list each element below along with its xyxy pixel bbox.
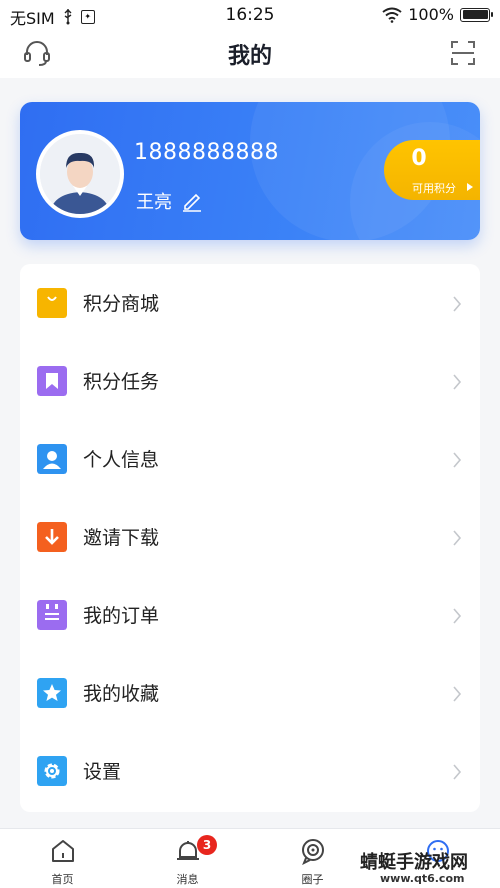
menu-label: 邀请下载	[83, 527, 160, 549]
bookmark-icon	[37, 366, 67, 396]
avatar[interactable]	[36, 130, 124, 218]
menu-label: 积分任务	[83, 371, 160, 393]
gear-icon	[37, 756, 67, 786]
tab-circle[interactable]: 圈子	[250, 829, 375, 888]
points-value: 0	[411, 146, 427, 171]
chevron-right-icon	[453, 452, 462, 468]
watermark: 蜻蜓手游戏网 www.qt6.com	[360, 848, 500, 888]
menu-item-settings[interactable]: 设置	[20, 732, 480, 810]
chevron-right-icon	[453, 530, 462, 546]
person-icon	[37, 444, 67, 474]
menu-item-personal-info[interactable]: 个人信息	[20, 420, 480, 498]
chevron-right-icon	[453, 764, 462, 780]
edit-pencil-icon[interactable]	[180, 189, 204, 213]
profile-card[interactable]: 1888888888 王亮 0 可用积分	[20, 102, 480, 240]
home-icon	[52, 840, 74, 862]
download-icon	[37, 522, 67, 552]
status-right: 100%	[382, 5, 493, 24]
menu-label: 积分商城	[83, 293, 160, 315]
user-phone: 1888888888	[134, 140, 279, 165]
menu-list: 积分商城 积分任务 个人信息 邀请下载 我的订单 我的收藏 设置	[20, 264, 480, 812]
unread-badge: 3	[197, 835, 217, 855]
menu-item-points-mall[interactable]: 积分商城	[20, 264, 480, 342]
battery-icon	[460, 7, 493, 22]
star-icon	[37, 678, 67, 708]
scan-icon[interactable]	[450, 40, 476, 66]
wifi-icon	[382, 7, 402, 23]
username-row: 王亮	[136, 188, 204, 214]
avatar-person-icon	[40, 134, 120, 214]
watermark-title: 蜻蜓手游戏网	[360, 852, 468, 873]
nav-bar: 我的	[0, 30, 500, 78]
triangle-right-icon	[467, 183, 473, 191]
tab-label: 首页	[51, 873, 74, 886]
order-list-icon	[37, 600, 67, 630]
chevron-right-icon	[453, 296, 462, 312]
chevron-right-icon	[453, 686, 462, 702]
tab-messages[interactable]: 3 消息	[125, 829, 250, 888]
points-badge[interactable]: 0 可用积分	[384, 140, 480, 200]
status-bar: 无SIM ✦ 16:25 100%	[0, 0, 500, 30]
tab-home[interactable]: 首页	[0, 829, 125, 888]
points-label: 可用积分	[412, 182, 456, 195]
shop-bag-icon	[37, 288, 67, 318]
menu-label: 我的订单	[83, 605, 160, 627]
menu-item-points-tasks[interactable]: 积分任务	[20, 342, 480, 420]
tab-label: 圈子	[301, 873, 324, 886]
user-name: 王亮	[136, 192, 172, 213]
menu-label: 设置	[83, 761, 122, 783]
menu-item-invite-download[interactable]: 邀请下载	[20, 498, 480, 576]
chevron-right-icon	[453, 374, 462, 390]
battery-percent: 100%	[408, 5, 454, 24]
menu-item-my-orders[interactable]: 我的订单	[20, 576, 480, 654]
menu-label: 个人信息	[83, 449, 160, 471]
tab-label: 消息	[176, 873, 199, 886]
watermark-url: www.qt6.com	[380, 872, 465, 885]
chevron-right-icon	[453, 608, 462, 624]
page-title: 我的	[227, 44, 272, 69]
circle-icon	[302, 839, 324, 865]
menu-label: 我的收藏	[83, 683, 160, 705]
menu-item-my-favorites[interactable]: 我的收藏	[20, 654, 480, 732]
